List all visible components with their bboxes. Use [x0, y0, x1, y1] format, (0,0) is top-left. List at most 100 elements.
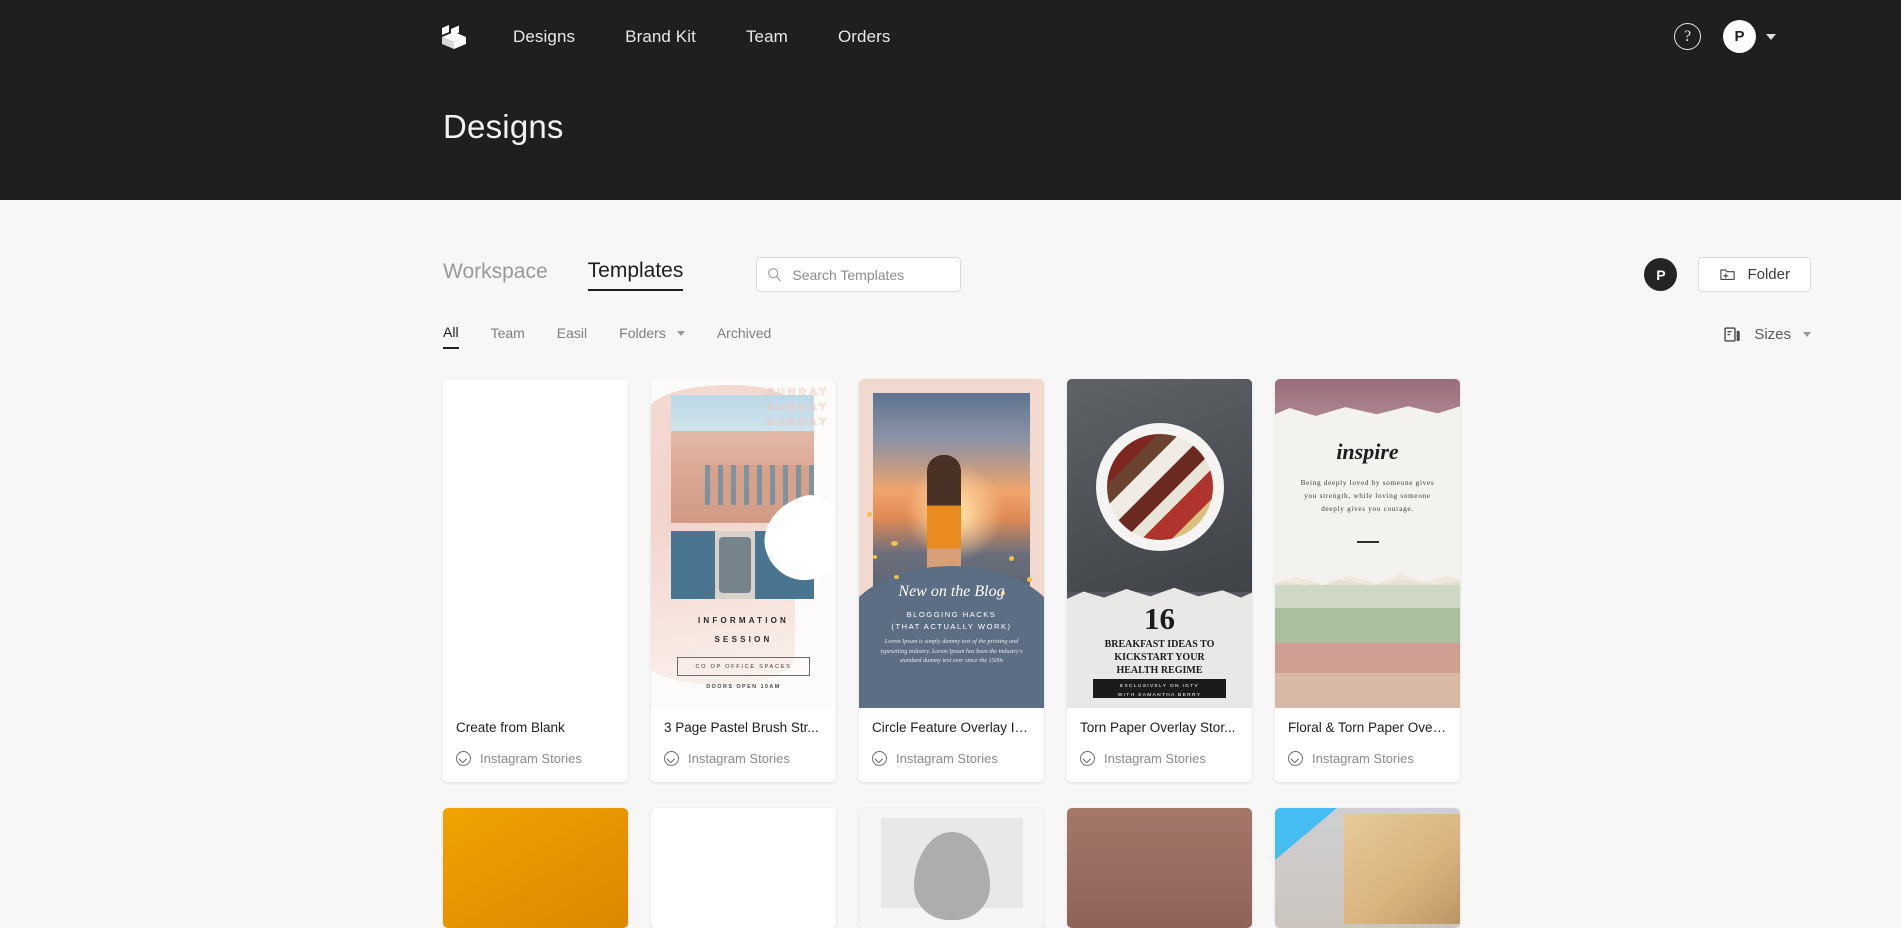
top-header: Designs Brand Kit Team Orders ? P Design… [0, 0, 1901, 200]
template-title: Create from Blank [456, 720, 565, 735]
breakfast-heading: BREAKFAST IDEAS TO KICKSTART YOUR HEALTH… [1104, 639, 1215, 676]
avatar[interactable]: P [1723, 20, 1756, 53]
smoothie-bowl-photo [1067, 379, 1252, 592]
filter-folders[interactable]: Folders [619, 325, 685, 348]
template-card[interactable] [1275, 808, 1460, 928]
template-card[interactable] [443, 808, 628, 928]
template-card[interactable] [1067, 808, 1252, 928]
filter-team[interactable]: Team [491, 325, 525, 348]
template-thumbnail-pastel-brush: SUNDAY SUNDAY SUNDAY INFORMATION SESSION… [651, 379, 836, 708]
filter-all[interactable]: All [443, 324, 459, 349]
template-card[interactable]: Create from Blank Instagram Stories [443, 379, 628, 782]
blogging-hacks-heading: BLOGGING HACKS (THAT ACTUALLY WORK) [891, 610, 1012, 631]
template-size[interactable]: Instagram Stories [664, 751, 823, 766]
template-size-label: Instagram Stories [1312, 751, 1414, 766]
help-icon[interactable]: ? [1674, 23, 1701, 50]
chevron-down-icon [676, 330, 685, 336]
chevron-down-circle-icon [872, 751, 887, 766]
template-card-meta: Circle Feature Overlay In... Instagram S… [859, 708, 1044, 782]
template-size[interactable]: Instagram Stories [1080, 751, 1239, 766]
template-size[interactable]: Instagram Stories [1288, 751, 1447, 766]
lorem-body-text: Lorem Ipsum is simply dummy text of the … [880, 638, 1023, 664]
confetti-dot [891, 541, 898, 546]
tab-templates[interactable]: Templates [587, 259, 684, 291]
template-size[interactable]: Instagram Stories [456, 751, 615, 766]
inspire-quote: Being deeply loved by someone gives you … [1300, 479, 1435, 513]
template-thumbnail-portrait-woman [1067, 808, 1252, 928]
template-thumbnail-blue-hair [1275, 808, 1460, 928]
nav-item-designs[interactable]: Designs [513, 21, 600, 53]
new-on-the-blog-script: New on the Blog [898, 583, 1005, 600]
nav-item-orders[interactable]: Orders [813, 21, 916, 53]
template-thumbnail-circle-feature: New on the Blog BLOGGING HACKS (THAT ACT… [859, 379, 1044, 708]
toolbar-right-actions: P Folder [1644, 257, 1811, 292]
sizes-label: Sizes [1754, 326, 1791, 343]
primary-nav-links: Designs Brand Kit Team Orders [513, 21, 916, 53]
template-card-meta: Floral & Torn Paper Over... Instagram St… [1275, 708, 1460, 782]
template-card-meta: Create from Blank Instagram Stories [443, 708, 628, 782]
chevron-down-circle-icon [664, 751, 679, 766]
bowl-shape [1096, 423, 1224, 551]
floral-photo [1275, 574, 1460, 708]
template-size-label: Instagram Stories [1104, 751, 1206, 766]
template-thumbnail-floral-torn: inspire Being deeply loved by someone gi… [1275, 379, 1460, 708]
header-actions: ? P [1674, 20, 1866, 53]
search-icon [768, 268, 782, 282]
nav-item-team[interactable]: Team [721, 21, 813, 53]
template-thumbnail-torn-paper: 16 BREAKFAST IDEAS TO KICKSTART YOUR HEA… [1067, 379, 1252, 708]
confetti-dot [894, 575, 899, 579]
template-size-label: Instagram Stories [480, 751, 582, 766]
template-thumbnail-orange-door [443, 808, 628, 928]
folder-plus-icon [1720, 269, 1736, 280]
confetti-dot [1009, 556, 1014, 561]
template-grid-row-2 [0, 782, 1901, 928]
main-content: Workspace Templates P Folder All Team [0, 200, 1901, 928]
chevron-down-icon [1803, 332, 1811, 337]
filter-archived[interactable]: Archived [717, 325, 771, 348]
confetti-dot [1027, 577, 1032, 582]
template-title: Floral & Torn Paper Over... [1288, 720, 1447, 735]
template-card[interactable]: 16 BREAKFAST IDEAS TO KICKSTART YOUR HEA… [1067, 379, 1252, 782]
template-thumbnail-grey-oval [859, 808, 1044, 928]
chevron-down-icon[interactable] [1766, 33, 1776, 40]
workspace-toolbar: Workspace Templates P Folder [0, 200, 1901, 292]
sizes-dropdown[interactable]: Sizes [1723, 325, 1811, 348]
info-session-heading: INFORMATION SESSION [697, 616, 790, 644]
workspace-avatar[interactable]: P [1644, 258, 1678, 291]
add-folder-label: Folder [1747, 266, 1790, 283]
doors-open-text: DOORS OPEN 10AM [706, 684, 781, 690]
template-title: Torn Paper Overlay Stor... [1080, 720, 1236, 735]
search-input[interactable] [790, 265, 951, 284]
confetti-dot [873, 555, 877, 559]
tab-workspace[interactable]: Workspace [443, 260, 548, 290]
template-size-label: Instagram Stories [896, 751, 998, 766]
template-card[interactable] [859, 808, 1044, 928]
template-card[interactable]: inspire Being deeply loved by someone gi… [1275, 379, 1460, 782]
chevron-down-circle-icon [456, 751, 471, 766]
pages-icon [1724, 327, 1741, 342]
template-card[interactable]: New on the Blog BLOGGING HACKS (THAT ACT… [859, 379, 1044, 782]
coop-button-text: CO OP OFFICE SPACES [677, 657, 810, 676]
filter-easil[interactable]: Easil [557, 325, 587, 348]
template-card-meta: Torn Paper Overlay Stor... Instagram Sto… [1067, 708, 1252, 782]
inspire-script: inspire [1336, 439, 1399, 464]
template-card[interactable] [651, 808, 836, 928]
template-size[interactable]: Instagram Stories [872, 751, 1031, 766]
chevron-down-circle-icon [1080, 751, 1095, 766]
filter-folders-label: Folders [619, 325, 666, 341]
nav-item-brand-kit[interactable]: Brand Kit [600, 21, 721, 53]
sunday-repeat-text: SUNDAY SUNDAY SUNDAY [767, 386, 829, 429]
top-navigation-bar: Designs Brand Kit Team Orders ? P [0, 0, 1901, 73]
search-input-wrapper[interactable] [756, 257, 962, 292]
page-title: Designs [443, 108, 564, 145]
template-card[interactable]: SUNDAY SUNDAY SUNDAY INFORMATION SESSION… [651, 379, 836, 782]
template-thumbnail-blank [443, 379, 628, 708]
template-grid: Create from Blank Instagram Stories SUND… [0, 349, 1901, 782]
chevron-down-circle-icon [1288, 751, 1303, 766]
divider-rule [1356, 541, 1379, 543]
filter-tabs: All Team Easil Folders Archived Sizes [0, 292, 1901, 349]
template-title: Circle Feature Overlay In... [872, 720, 1031, 735]
easil-logo-icon[interactable] [437, 20, 471, 54]
template-size-label: Instagram Stories [688, 751, 790, 766]
add-folder-button[interactable]: Folder [1698, 257, 1811, 292]
